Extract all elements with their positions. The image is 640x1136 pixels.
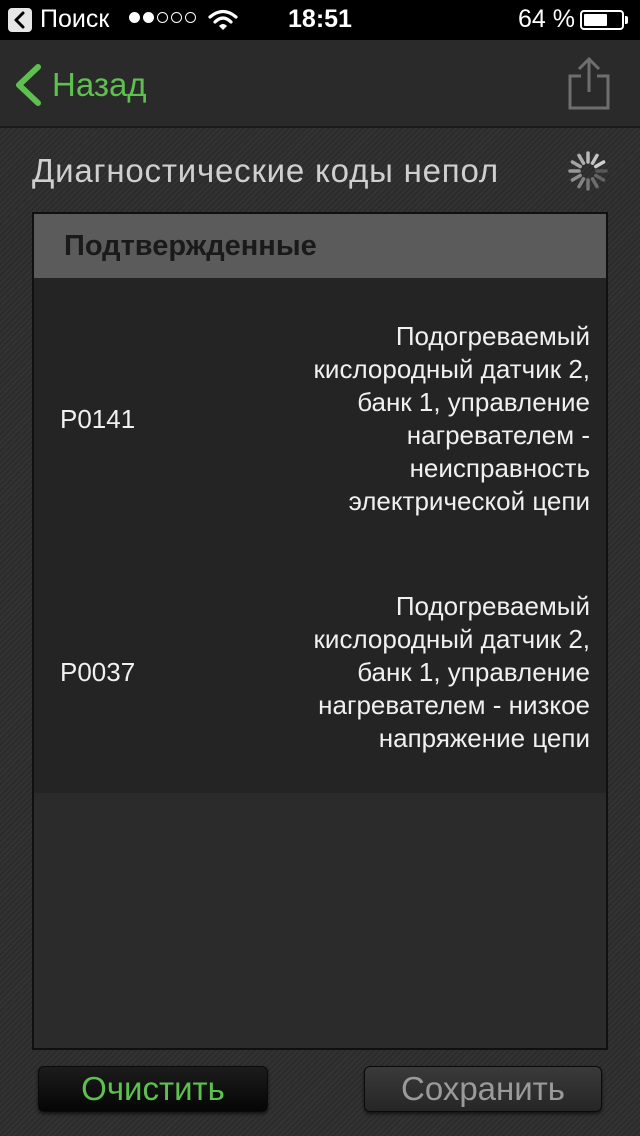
- code-description: Подогреваемый кислородный датчик 2, банк…: [313, 321, 590, 516]
- spinner-spoke: [594, 173, 606, 182]
- code-description: Подогреваемый кислородный датчик 2, банк…: [313, 591, 590, 753]
- page-title: Диагностические коды непол: [32, 152, 499, 189]
- codes-panel: Подтвержденные P0141 Подогреваемый кисло…: [32, 212, 608, 1050]
- battery-percent: 64 %: [518, 5, 575, 33]
- spinner-spoke: [594, 160, 606, 169]
- battery-icon: [580, 10, 624, 30]
- section-header-confirmed: Подтвержденные: [34, 214, 606, 278]
- code-row[interactable]: P0141 Подогреваемый кислородный датчик 2…: [34, 278, 606, 564]
- spinner-spoke: [570, 173, 582, 182]
- clear-button[interactable]: Очистить: [38, 1066, 268, 1112]
- chevron-left-icon: [16, 64, 41, 106]
- spinner-spoke: [570, 160, 582, 169]
- code-id: P0141: [60, 403, 136, 434]
- code-list: P0141 Подогреваемый кислородный датчик 2…: [34, 278, 606, 793]
- spinner-spoke: [590, 153, 599, 165]
- spinner-spoke: [577, 177, 586, 189]
- battery-fill: [584, 14, 608, 26]
- status-bar: Поиск 18:51 64 %: [0, 0, 640, 40]
- save-button[interactable]: Сохранить: [364, 1066, 602, 1112]
- spinner-spoke: [577, 153, 586, 165]
- code-row[interactable]: P0037 Подогреваемый кислородный датчик 2…: [34, 564, 606, 793]
- loading-spinner-icon: [567, 150, 609, 197]
- spinner-spoke: [590, 177, 599, 189]
- back-button-label: Назад: [52, 66, 147, 103]
- back-button[interactable]: Назад: [14, 64, 147, 106]
- code-id: P0037: [60, 657, 136, 687]
- share-icon[interactable]: [566, 56, 612, 117]
- navigation-bar: Назад: [0, 40, 640, 128]
- battery-tip: [625, 16, 628, 24]
